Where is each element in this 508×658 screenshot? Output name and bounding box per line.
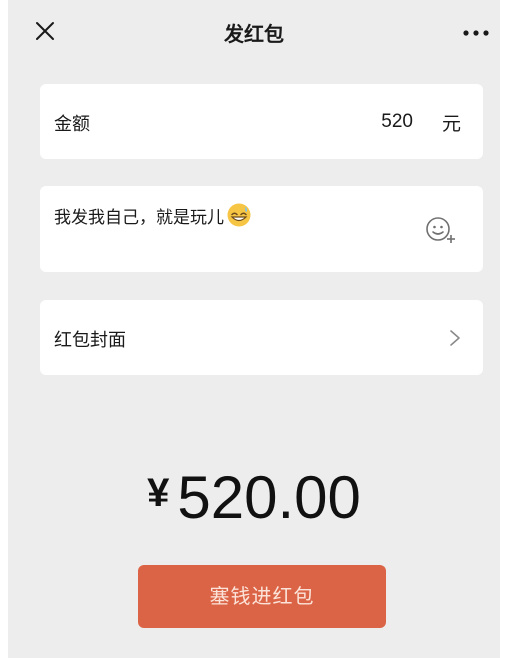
blessing-card[interactable]: 我发我自己，就是玩儿 [40,186,483,272]
more-icon[interactable] [460,22,496,42]
grinning-sweat-emoji-icon [227,203,251,227]
amount-label: 金额 [54,114,90,135]
cover-label: 红包封面 [54,330,126,351]
send-red-packet-screen: 发红包 金额 520 元 我发我自己，就是玩儿 红包封面 ¥ 520.00 塞钱… [8,0,500,658]
nav-bar: 发红包 [8,0,500,64]
total-value: 520.00 [177,464,361,531]
submit-button[interactable]: 塞钱进红包 [138,565,386,628]
amount-card[interactable]: 金额 520 元 [40,84,483,159]
amount-input[interactable]: 520 [381,111,413,133]
currency-symbol: ¥ [147,471,170,515]
amount-unit: 元 [441,113,461,135]
total-amount: ¥520.00 [8,463,500,532]
blessing-input[interactable]: 我发我自己，就是玩儿 [54,202,252,228]
close-icon[interactable] [34,20,56,42]
cover-card[interactable]: 红包封面 [40,300,483,375]
chevron-right-icon [450,330,460,346]
page-title: 发红包 [224,22,284,46]
blessing-text: 我发我自己，就是玩儿 [54,207,224,228]
emoji-picker-icon[interactable] [425,215,457,245]
